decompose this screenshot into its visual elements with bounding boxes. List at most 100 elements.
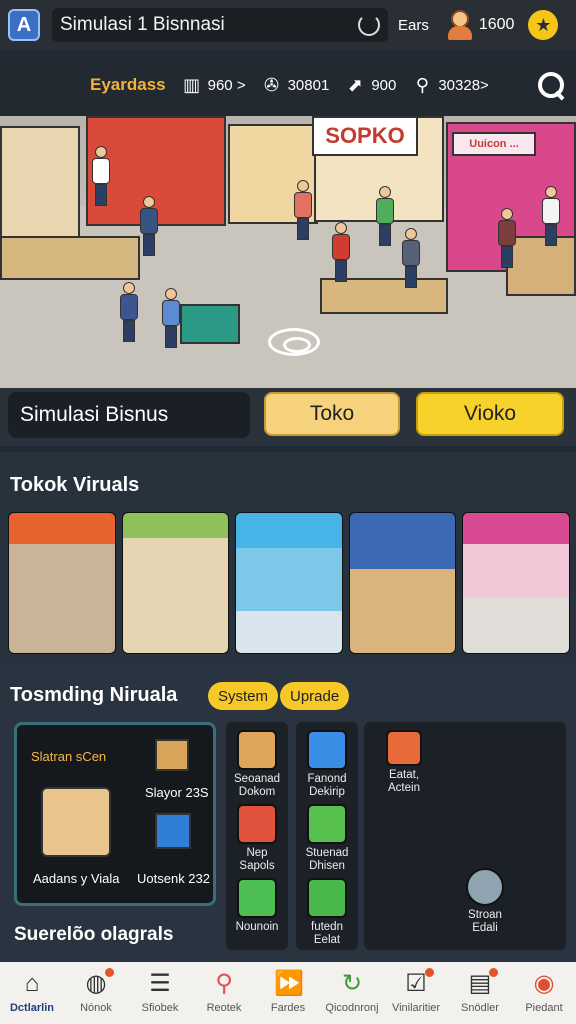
shop-sign-main: SOPKO [312, 116, 418, 156]
person [402, 228, 420, 288]
coin-count: 1600 [478, 16, 515, 33]
stat-value: 30801 [287, 76, 330, 94]
nav-label: Nónok [80, 1002, 112, 1014]
nav-label: Qicodnronj [325, 1002, 379, 1014]
tile-label: Nep Sapols [239, 847, 275, 872]
tile-label: Stroan Edali [468, 909, 502, 934]
notification-badge [489, 968, 498, 977]
footnote-label: Suerelõo olagrals [14, 924, 174, 945]
bars-icon: ▥ [183, 75, 201, 95]
counter-right [506, 236, 576, 296]
disc-icon [466, 868, 504, 906]
notification-badge [105, 968, 114, 977]
nav-forward[interactable]: ⏩ Fardes [256, 962, 320, 1024]
nav-monitor[interactable]: ▤ Snödler [448, 962, 512, 1024]
market-scene[interactable]: SOPKO Uuicon ... [0, 116, 576, 388]
stat-key[interactable]: ⚲ 30328> [412, 75, 489, 95]
star-icon[interactable]: ★ [528, 10, 559, 40]
nav-target[interactable]: ◉ Piedant [512, 962, 576, 1024]
app-icon[interactable]: A [8, 9, 40, 41]
home-icon: ⌂ [24, 970, 40, 997]
store-thumbnail[interactable] [348, 512, 457, 654]
nav-label: Reotek [206, 1002, 242, 1014]
nav-label: Piedant [525, 1002, 563, 1014]
tile-label: Stuenad Dhisen [305, 847, 349, 872]
section-title: Tokok Viruals [10, 474, 140, 496]
person [92, 146, 110, 206]
bottom-nav: ⌂ Dctlarlin ◍ Nónok ☰ Sfiobek ⚲ Reotek ⏩ Fard… [0, 962, 576, 1024]
section-title: Tosmding Niruala [10, 684, 178, 706]
tool-tile[interactable]: Seoanad Dokom [234, 730, 280, 799]
box-icon [155, 739, 189, 771]
forward-icon: ⏩ [274, 970, 304, 997]
tool-tile[interactable]: Fanond Dekirip [304, 730, 350, 799]
bag-icon [307, 878, 347, 918]
nav-refresh[interactable]: ↻ Qicodnronj [320, 962, 384, 1024]
store-thumbnail[interactable] [121, 512, 230, 654]
stat-chart[interactable]: ⬈ 900 [345, 75, 397, 95]
action-panel: Eatat, Actein Stroan Edali [364, 722, 566, 950]
tile-label: Nounoin [235, 921, 279, 933]
person [332, 222, 350, 282]
leaf-icon [237, 878, 277, 918]
nav-label: Vinilaritier [391, 1002, 441, 1014]
store-thumbnail[interactable] [462, 512, 570, 654]
simulation-label: Simulasi Bisnus [8, 392, 250, 438]
calendar-icon [41, 787, 111, 857]
nav-search[interactable]: ⚲ Reotek [192, 962, 256, 1024]
nav-inbox[interactable]: ☑ Vinilaritier [384, 962, 448, 1024]
nav-globe[interactable]: ◍ Nónok [64, 962, 128, 1024]
stats-bar: Eyardass ▥ 960 > ✇ 30801 ⬈ 900 ⚲ 30328> [0, 54, 576, 116]
stat-value: 900 [371, 76, 397, 94]
card-label: Aadans y Viala [33, 871, 120, 886]
power-icon[interactable] [358, 14, 380, 36]
store-thumbnails [8, 512, 570, 654]
store-thumbnail[interactable] [235, 512, 343, 654]
tile-label: Fanond Dekirip [307, 773, 347, 798]
window-title-text: Simulasi 1 Bisnnasi [60, 14, 225, 35]
stat-reel[interactable]: ✇ 30801 [262, 75, 330, 95]
nav-label: Fardes [270, 1002, 306, 1014]
box-icon [237, 804, 277, 844]
trending-section: Tosmding Niruala System Uprade Slatran s… [0, 662, 576, 962]
tool-tile[interactable]: futedn Eelat [304, 878, 350, 947]
tool-tile[interactable]: Stuenad Dhisen [304, 804, 350, 873]
person [498, 208, 516, 268]
person [120, 282, 138, 342]
search-icon[interactable] [536, 70, 566, 100]
store-thumbnail[interactable] [8, 512, 116, 654]
nav-label: Snödler [461, 1002, 499, 1014]
nav-label: Dctlarlin [9, 1002, 54, 1014]
table-goods [320, 278, 448, 314]
card-label: Uotsenk 232 [137, 871, 210, 886]
featured-card[interactable]: Slatran sCen Slayor 23S Aadans y Viala U… [14, 722, 216, 906]
uprade-pill[interactable]: Uprade [280, 682, 350, 710]
avatar[interactable] [447, 10, 473, 40]
person [162, 288, 180, 348]
stat-value: 960 > [207, 76, 246, 94]
tool-tile[interactable]: Nounoin [234, 878, 280, 934]
cube-icon [155, 813, 191, 849]
stall-left [0, 126, 80, 246]
action-tile[interactable]: Eatat, Actein [374, 730, 434, 795]
tool-tile[interactable]: Nep Sapols [234, 804, 280, 873]
card-label: Slayor 23S [145, 785, 209, 800]
action-tile[interactable]: Stroan Edali [458, 868, 512, 935]
search-icon: ⚲ [215, 970, 233, 997]
chart-arrow-icon: ⬈ [347, 75, 363, 95]
toolbox-icon [386, 730, 422, 766]
refresh-icon: ↻ [341, 970, 363, 997]
tile-label: futedn Eelat [311, 921, 343, 946]
nav-list[interactable]: ☰ Sfiobek [128, 962, 192, 1024]
target-icon: ◉ [533, 970, 555, 997]
person [294, 180, 312, 240]
toko-button[interactable]: Toko [264, 392, 400, 436]
person [376, 186, 394, 246]
tool-column-1: Seoanad Dokom Nep Sapols Nounoin [226, 722, 288, 950]
stat-bars[interactable]: ▥ 960 > [182, 75, 246, 95]
vioko-button[interactable]: Vioko [416, 392, 564, 436]
system-pill[interactable]: System [208, 682, 279, 710]
target-marker-icon[interactable] [268, 328, 320, 356]
nav-home[interactable]: ⌂ Dctlarlin [0, 962, 64, 1024]
notification-badge [425, 968, 434, 977]
